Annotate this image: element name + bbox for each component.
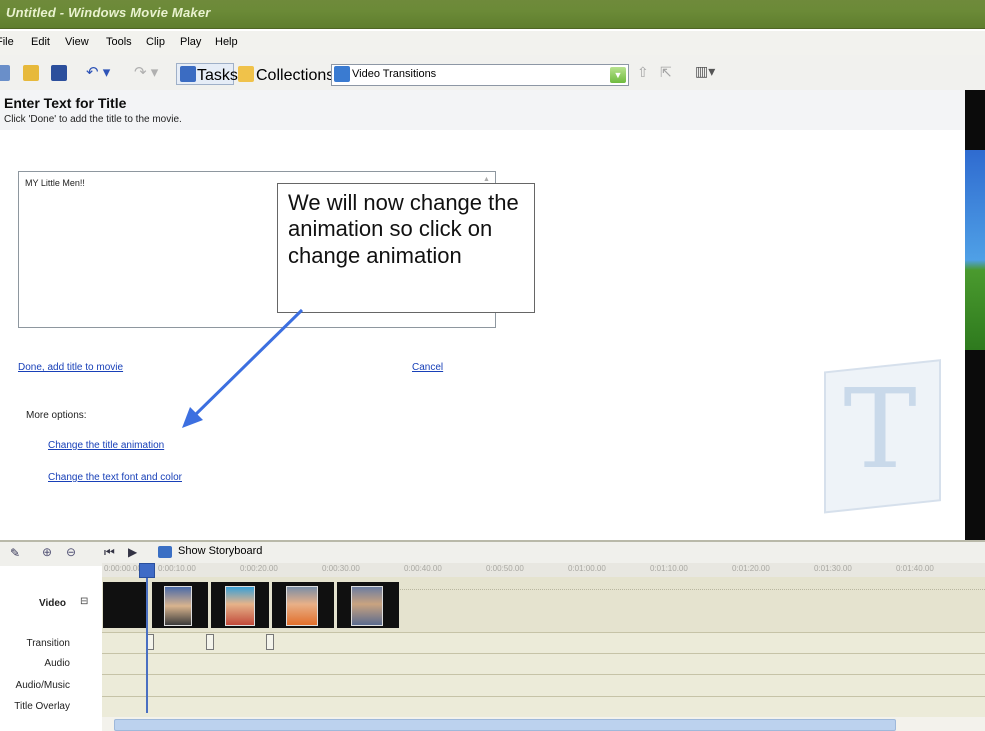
ruler-tick: 0:01:20.00: [732, 564, 770, 573]
playhead[interactable]: [146, 563, 148, 713]
new-project-icon[interactable]: [0, 65, 10, 81]
collapse-icon[interactable]: ⊟: [80, 596, 88, 607]
save-icon[interactable]: [51, 65, 67, 81]
play-icon[interactable]: ▶: [128, 545, 137, 559]
collections-label: Collections: [256, 67, 335, 84]
clip-thumbnail: [225, 586, 255, 626]
playhead-handle[interactable]: [139, 563, 155, 578]
ruler-tick: 0:00:30.00: [322, 564, 360, 573]
tasks-button[interactable]: Tasks: [176, 63, 238, 85]
more-options-label: More options:: [26, 410, 87, 421]
preview-monitor: [965, 90, 985, 540]
window-title: Untitled - Windows Movie Maker: [6, 5, 211, 20]
menu-clip[interactable]: Clip: [146, 36, 165, 48]
narrate-icon[interactable]: ✎: [10, 546, 20, 560]
menu-view[interactable]: View: [65, 36, 89, 48]
menu-play[interactable]: Play: [180, 36, 201, 48]
collections-select[interactable]: Video Transitions ▼: [331, 64, 629, 86]
chevron-down-icon[interactable]: ▼: [610, 67, 626, 83]
track-divider: [102, 674, 985, 675]
done-add-title-link[interactable]: Done, add title to movie: [18, 362, 123, 373]
title-clip[interactable]: [103, 582, 147, 628]
menu-tools[interactable]: Tools: [106, 36, 132, 48]
up-level-icon[interactable]: ⇧: [637, 64, 649, 81]
track-divider: [102, 696, 985, 697]
zoom-in-icon[interactable]: ⊕: [42, 545, 52, 559]
change-animation-link[interactable]: Change the title animation: [48, 440, 164, 451]
video-clip[interactable]: [152, 582, 208, 628]
track-divider: [102, 653, 985, 654]
timeline-ruler: 0:00:00.00 0:00:10.00 0:00:20.00 0:00:30…: [102, 563, 985, 578]
tasks-label: Tasks: [197, 67, 238, 84]
zoom-out-icon[interactable]: ⊖: [66, 545, 76, 559]
scrollbar-thumb[interactable]: [114, 719, 896, 731]
ruler-tick: 0:01:00.00: [568, 564, 606, 573]
transition-marker[interactable]: [206, 634, 214, 650]
timeline-scrollbar[interactable]: [102, 717, 985, 731]
cancel-link[interactable]: Cancel: [412, 362, 443, 373]
ruler-tick: 0:01:40.00: [896, 564, 934, 573]
undo-icon[interactable]: ↶ ▾: [86, 63, 110, 81]
collections-select-value: Video Transitions: [352, 68, 437, 80]
toolbar: ↶ ▾ ↷ ▾ Tasks Collections Video Transiti…: [0, 55, 985, 91]
ruler-tick: 0:00:10.00: [158, 564, 196, 573]
ruler-tick: 0:01:30.00: [814, 564, 852, 573]
track-label-transition: Transition: [26, 638, 70, 649]
clip-thumbnail: [164, 586, 192, 626]
video-clip[interactable]: [272, 582, 334, 628]
ruler-tick: 0:00:40.00: [404, 564, 442, 573]
title-bar: Untitled - Windows Movie Maker: [0, 0, 985, 29]
clip-thumbnail: [351, 586, 383, 626]
clip-thumbnail: [286, 586, 318, 626]
track-label-audio: Audio: [44, 658, 70, 669]
tasks-icon: [180, 66, 196, 82]
video-clip[interactable]: [337, 582, 399, 628]
rewind-icon[interactable]: ⏮: [104, 545, 115, 560]
menu-edit[interactable]: Edit: [31, 36, 50, 48]
collections-button[interactable]: Collections: [236, 64, 334, 84]
show-storyboard-button[interactable]: Show Storyboard: [178, 545, 262, 557]
new-folder-icon[interactable]: ⇱: [660, 64, 672, 81]
menu-file[interactable]: File: [0, 36, 14, 48]
views-icon[interactable]: ▥▾: [695, 63, 715, 80]
open-folder-icon[interactable]: [23, 65, 39, 81]
ruler-tick: 0:00:20.00: [240, 564, 278, 573]
transition-marker[interactable]: [266, 634, 274, 650]
annotation-callout: We will now change the animation so clic…: [277, 183, 535, 313]
transition-icon: [334, 66, 350, 82]
menu-bar: File Edit View Tools Clip Play Help: [0, 31, 985, 55]
svg-text:T: T: [843, 365, 916, 493]
track-divider: [102, 632, 985, 633]
folder-icon: [238, 66, 254, 82]
redo-icon[interactable]: ↷ ▾: [134, 63, 158, 81]
title-watermark-icon: T: [824, 359, 941, 514]
video-clip[interactable]: [211, 582, 269, 628]
track-label-audio-music: Audio/Music: [15, 680, 70, 691]
change-font-link[interactable]: Change the text font and color: [48, 472, 182, 483]
annotation-arrow: [182, 308, 304, 428]
menu-help[interactable]: Help: [215, 36, 238, 48]
track-label-title-overlay: Title Overlay: [14, 701, 70, 712]
pane-title: Enter Text for Title: [4, 95, 127, 111]
ruler-tick: 0:00:50.00: [486, 564, 524, 573]
ruler-tick: 0:01:10.00: [650, 564, 688, 573]
video-track-dots: [400, 589, 985, 591]
title-text-value: MY Little Men!!: [25, 178, 85, 188]
pane-subtitle: Click 'Done' to add the title to the mov…: [4, 114, 182, 125]
ruler-tick: 0:00:00.00: [104, 564, 142, 573]
storyboard-icon[interactable]: [158, 546, 172, 558]
track-label-video: Video: [38, 598, 66, 609]
